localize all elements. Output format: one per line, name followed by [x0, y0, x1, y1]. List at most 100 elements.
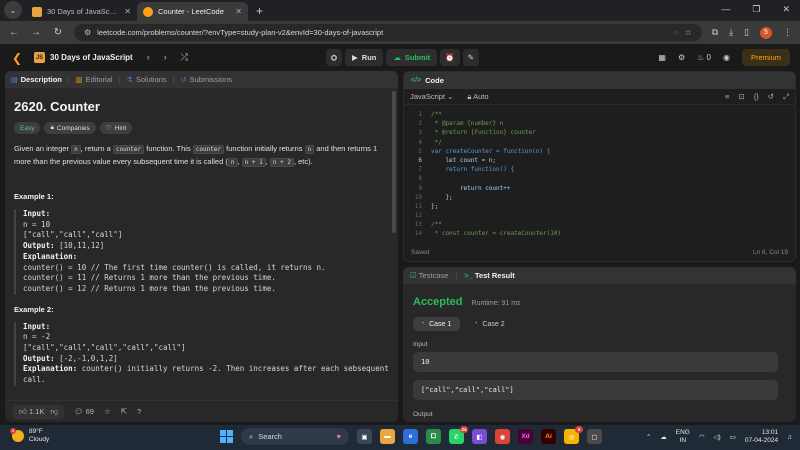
reset-icon[interactable]: ↺ — [768, 92, 774, 102]
problem-title[interactable]: 2620. Counter — [14, 99, 389, 114]
new-tab-icon[interactable]: + — [256, 4, 263, 18]
dislike-button[interactable]: 👎︎ — [50, 407, 58, 417]
edge-icon[interactable]: e — [403, 429, 418, 444]
volume-icon[interactable]: ◁) — [714, 433, 721, 441]
site-info-icon[interactable]: ⚙ — [84, 28, 91, 37]
profile-avatar[interactable]: 5 — [760, 26, 772, 39]
illustrator-icon[interactable]: Ai — [541, 429, 556, 444]
xd-icon[interactable]: Xd — [518, 429, 533, 444]
study-plan-title[interactable]: 30 Days of JavaScript — [50, 53, 133, 62]
description-text: Given an integer n, return a counter fun… — [14, 143, 389, 168]
auto-mode-toggle[interactable]: 🔒︎ Auto — [467, 92, 488, 102]
whatsapp-icon[interactable]: ✆ 24 — [449, 426, 468, 444]
battery-icon[interactable]: ▭ — [730, 433, 736, 441]
app-gray-icon[interactable]: ▢ — [587, 429, 602, 444]
run-button[interactable]: ▶ Run — [345, 49, 384, 66]
clock[interactable]: 13:01 07-04-2024 — [745, 429, 778, 445]
next-problem-icon[interactable]: › — [164, 52, 167, 63]
tab-search-icon[interactable]: ⌄ — [4, 1, 22, 19]
notification-bell-icon[interactable]: ♫ — [787, 434, 792, 441]
braces-icon[interactable]: {} — [754, 92, 759, 102]
companies-chip[interactable]: 🔒︎ Companies — [44, 122, 96, 134]
case-2-tab[interactable]: • Case 2 — [466, 317, 513, 331]
editor-actions: ≡ ⊡ {} ↺ ⤢ — [725, 92, 789, 102]
tab-editorial[interactable]: ▥ Editorial — [76, 75, 113, 84]
close-window-icon[interactable]: ✕ — [782, 4, 790, 15]
example-2-title: Example 2: — [14, 304, 54, 314]
case-1-tab[interactable]: • Case 1 — [413, 317, 461, 331]
maximize-icon[interactable]: ❐ — [752, 4, 760, 15]
hint-chip[interactable]: ♡ Hint — [99, 122, 133, 134]
streak-counter[interactable]: ♨ 0 — [697, 53, 711, 62]
weather-widget[interactable]: 1 89°F Cloudy — [10, 428, 49, 444]
reload-icon[interactable]: ↻ — [52, 27, 64, 38]
share-icon[interactable]: ⇱ — [121, 407, 127, 416]
code-line: 7 return function() { — [404, 165, 795, 174]
submit-button[interactable]: ☁ Submit — [386, 49, 438, 66]
browser-tab-study-plan[interactable]: 30 Days of JavaScript - Study Pl ✕ — [26, 2, 137, 21]
tab-test-result[interactable]: >_ Test Result — [464, 271, 515, 280]
taskbar-search[interactable]: ⌕ Search ♥ — [241, 428, 349, 445]
lock-icon: 🔒︎ — [467, 91, 472, 101]
chevron-up-icon[interactable]: ⌃ — [646, 433, 651, 441]
shuffle-icon[interactable]: ⤮ — [181, 52, 188, 63]
extensions-icon[interactable]: ⧉ — [712, 27, 718, 38]
back-icon[interactable]: ← — [8, 27, 20, 38]
debug-button[interactable]: ⛭ — [326, 49, 342, 66]
fullscreen-icon[interactable]: ⤢ — [783, 92, 789, 102]
chrome-icon[interactable]: ◎ 5 — [564, 426, 583, 444]
task-view-icon[interactable]: ▣ — [357, 429, 372, 444]
downloads-icon[interactable]: ⤓ — [729, 27, 733, 38]
code-editor[interactable]: 1 /** 2 * @param {number} n 3 * @return {… — [404, 107, 795, 245]
bookmark-icon[interactable]: ⊡ — [738, 92, 744, 102]
avatar[interactable]: ◉ — [723, 53, 730, 62]
bookmark-star-icon[interactable]: ☆ — [684, 28, 691, 37]
help-icon[interactable]: ? — [137, 407, 141, 416]
eye-slash-icon[interactable]: ◌ — [674, 28, 679, 37]
favorite-star-icon[interactable]: ☆ — [104, 407, 111, 416]
settings-gear-icon[interactable]: ⚙ — [678, 53, 685, 62]
leetcode-logo-icon[interactable]: ❮ — [10, 51, 24, 65]
tab-solutions[interactable]: ⚗ Solutions — [127, 75, 167, 84]
close-tab-icon[interactable]: ✕ — [124, 7, 131, 16]
code-line: 3 * @return {Function} counter — [404, 128, 795, 137]
premium-button[interactable]: Premium — [741, 49, 790, 66]
layout-grid-icon[interactable]: ▦ — [658, 53, 666, 62]
tab-testcase[interactable]: ☑ Testcase — [410, 271, 448, 280]
forward-icon[interactable]: → — [30, 27, 42, 38]
timer-button[interactable]: ⏰ — [440, 49, 460, 66]
windows-start-icon[interactable] — [220, 430, 233, 443]
tab-label: Test Result — [474, 271, 515, 280]
description-scrollbar[interactable] — [392, 91, 396, 233]
cloud-icon[interactable]: ☁ — [660, 433, 667, 441]
desc-text: function. This — [144, 144, 193, 153]
prev-problem-icon[interactable]: ‹ — [147, 52, 150, 63]
file-explorer-icon[interactable]: ▬ — [380, 429, 395, 444]
weather-sun-icon: 1 — [10, 428, 24, 442]
app-purple-icon[interactable]: ◧ — [472, 429, 487, 444]
comments-button[interactable]: 💬︎ 69 — [74, 407, 94, 416]
tab-label: Description — [20, 75, 62, 84]
browser-menu-icon[interactable]: ⋮ — [783, 27, 792, 38]
url-bar[interactable]: ⚙ leetcode.com/problems/counter/?envType… — [74, 24, 702, 41]
minimize-icon[interactable]: — — [721, 4, 730, 15]
tab-description[interactable]: ▤ Description — [11, 75, 62, 84]
format-icon[interactable]: ≡ — [725, 92, 729, 102]
output-value: [-2,-1,0,1,2] — [54, 353, 118, 363]
close-tab-icon[interactable]: ✕ — [235, 7, 242, 16]
like-button[interactable]: 👍︎ 1.1K — [19, 407, 44, 417]
wifi-icon[interactable]: ◠ — [699, 433, 705, 441]
line-number: 2 — [418, 120, 422, 128]
tab-label: Solutions — [135, 75, 167, 84]
line-number: 3 — [418, 129, 422, 137]
difficulty-badge: Easy — [14, 122, 41, 134]
side-panel-icon[interactable]: ▯ — [744, 27, 749, 38]
store-icon[interactable]: ⧠ — [426, 429, 441, 444]
browser-tab-counter[interactable]: Counter - LeetCode ✕ — [137, 2, 248, 21]
problem-footer: 👍︎ 1.1K 👎︎ 💬︎ 69 ☆ ⇱ ? — [5, 400, 398, 422]
chrome-app-icon[interactable]: ◉ — [495, 429, 510, 444]
language-indicator[interactable]: ENG IN — [676, 429, 690, 445]
notes-button[interactable]: ✎ — [462, 49, 479, 66]
tab-submissions[interactable]: ↺ Submissions — [181, 75, 232, 84]
language-select[interactable]: JavaScript ⌄ — [410, 92, 453, 101]
